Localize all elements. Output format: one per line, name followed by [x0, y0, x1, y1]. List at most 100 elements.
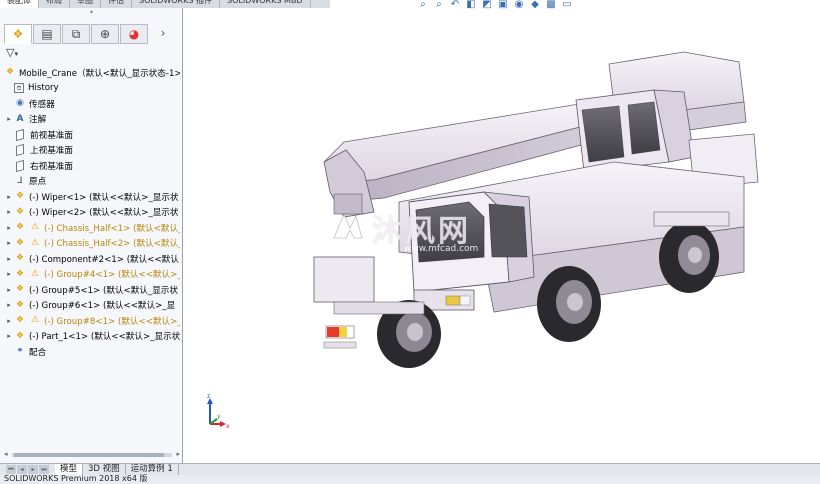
part-icon: ❖ [15, 315, 25, 326]
tree-item-label: (-) Group#5<1> (默认<默认_显示状 [29, 285, 178, 296]
tab-evaluate[interactable]: 评估 [101, 0, 132, 8]
mates-icon: ⚭ [16, 346, 24, 357]
tree-item[interactable]: ▸ ❖ (-) Component#2<1> (默认<<默认 [4, 251, 180, 267]
scroll-left-icon[interactable]: ◂ [4, 450, 8, 458]
expand-arrow-icon[interactable]: ▸ [4, 208, 14, 216]
search-zoom-icon[interactable]: ⌕ [416, 0, 430, 11]
warning-icon: ⚠ [30, 222, 40, 233]
expand-arrow-icon[interactable]: ▸ [4, 286, 14, 294]
graphics-area[interactable]: 沐风网 www.mfcad.com z x y [184, 12, 820, 463]
expand-arrow-icon[interactable]: ▸ [4, 193, 14, 201]
zoom-area-icon[interactable]: ⌕ [432, 0, 446, 11]
display-manager-icon[interactable]: ◕ [120, 24, 148, 44]
tree-item[interactable]: ▸ ❖ (-) Group#6<1> (默认<<默认>_显 [4, 298, 180, 314]
expand-arrow-icon[interactable]: ▸ [4, 317, 14, 325]
part-icon: ❖ [15, 253, 25, 264]
origin-icon: ⅃ [17, 175, 23, 186]
featuremanager-icon[interactable]: ❖ [4, 24, 32, 44]
tree-item-label: (-) Group#6<1> (默认<<默认>_显 [29, 301, 176, 312]
tree-item[interactable]: ⏱ History [4, 81, 180, 97]
part-icon: ❖ [15, 191, 25, 202]
tree-item[interactable]: ◉ 传感器 [4, 96, 180, 112]
tree-item[interactable]: ▸ A 注解 [4, 112, 180, 128]
propertymanager-icon[interactable]: ▤ [33, 24, 61, 44]
scene-icon[interactable]: ▩ [544, 0, 558, 11]
tree-item[interactable]: ▸ ❖ ⚠ (-) Group#4<1> (默认<<默认>_显 [4, 267, 180, 283]
scroll-right-icon[interactable]: ▸ [176, 450, 180, 458]
tree-item[interactable]: 前视基准面 [4, 127, 180, 143]
tree-item[interactable]: ▸ ❖ (-) Wiper<2> (默认<<默认>_显示状 [4, 205, 180, 221]
tree-item-label: 前视基准面 [30, 130, 73, 141]
expand-arrow-icon[interactable]: ▸ [4, 301, 14, 309]
part-icon: ❖ [15, 330, 25, 341]
tree-item-label: 传感器 [29, 99, 55, 110]
next-tab-icon[interactable]: ▸ [28, 465, 38, 474]
status-bar: SOLIDWORKS Premium 2018 x64 版 [0, 474, 820, 484]
plane-icon [16, 159, 24, 172]
tree-item-label: 上视基准面 [30, 146, 73, 157]
chevron-right-icon[interactable]: › [149, 24, 177, 44]
tree-root[interactable]: ❖ Mobile_Crane（默认<默认_显示状态-1> [4, 65, 180, 81]
tree-item[interactable]: ▸ ❖ (-) Part_1<1> (默认<<默认>_显示状 [4, 329, 180, 345]
assembly-icon: ❖ [5, 67, 15, 78]
tree-item-label: (-) Group#4<1> (默认<<默认>_显 [44, 270, 180, 281]
tree-item[interactable]: 上视基准面 [4, 143, 180, 159]
wheel-middle [537, 266, 601, 342]
tree-item[interactable]: ▸ ❖ (-) Wiper<1> (默认<<默认>_显示状 [4, 189, 180, 205]
last-tab-icon[interactable]: ⏭ [39, 465, 49, 474]
watermark-url: www.mfcad.com [404, 244, 479, 254]
tree-item-label: History [28, 83, 59, 94]
tab-addins[interactable]: SOLIDWORKS 插件 [132, 0, 220, 8]
warning-icon: ⚠ [30, 315, 40, 326]
view-orientation-icon[interactable]: ◩ [480, 0, 494, 11]
tree-item-label: (-) Group#8<1> (默认<<默认>_显 [44, 316, 180, 327]
triad-x-label: x [226, 423, 230, 430]
first-tab-icon[interactable]: ⏮ [6, 465, 16, 474]
expand-arrow-icon[interactable]: ▸ [4, 239, 14, 247]
tree-item[interactable]: ▸ ❖ ⚠ (-) Group#8<1> (默认<<默认>_显 [4, 313, 180, 329]
history-icon: ⏱ [14, 83, 24, 94]
tab-sketch[interactable]: 草图 [70, 0, 101, 8]
section-view-icon[interactable]: ◧ [464, 0, 478, 11]
status-text: SOLIDWORKS Premium 2018 x64 版 [4, 474, 148, 483]
expand-arrow-icon[interactable]: ▸ [4, 224, 14, 232]
scroll-thumb[interactable] [14, 453, 164, 457]
dimxpert-icon[interactable]: ⊕ [91, 24, 119, 44]
tree-item[interactable]: ▸ ❖ ⚠ (-) Chassis_Half<2> (默认<默认_ [4, 236, 180, 252]
tab-mbd[interactable]: SOLIDWORKS MBD [220, 0, 311, 8]
tab-assembly[interactable]: 装配体 [0, 0, 39, 8]
tree-root-label: Mobile_Crane（默认<默认_显示状态-1> [19, 68, 180, 79]
warning-icon: ⚠ [30, 268, 40, 279]
panel-grip[interactable]: • [0, 8, 183, 20]
tree-item[interactable]: ⅃ 原点 [4, 174, 180, 190]
expand-arrow-icon[interactable]: ▸ [4, 255, 14, 263]
triad-z-label: z [207, 394, 210, 400]
expand-arrow-icon[interactable]: ▸ [4, 332, 14, 340]
display-settings-icon[interactable]: ▭ [560, 0, 574, 11]
tree-item[interactable]: ⚭ 配合 [4, 344, 180, 360]
previous-view-icon[interactable]: ↶ [448, 0, 462, 11]
display-style-icon[interactable]: ▣ [496, 0, 510, 11]
sensor-icon: ◉ [16, 98, 24, 109]
panel-horizontal-scrollbar[interactable]: ◂ ▸ [4, 450, 180, 460]
tree-item[interactable]: ▸ ❖ ⚠ (-) Chassis_Half<1> (默认<默认_ [4, 220, 180, 236]
appearance-icon[interactable]: ◆ [528, 0, 542, 11]
expand-arrow-icon[interactable]: ▸ [4, 270, 14, 278]
part-icon: ❖ [15, 268, 25, 279]
filter-icon[interactable]: ▽▾ [6, 46, 18, 60]
part-icon: ❖ [15, 206, 25, 217]
reference-triad: z x y [207, 394, 230, 430]
annotation-icon: A [16, 113, 24, 124]
hide-show-icon[interactable]: ◉ [512, 0, 526, 11]
tree-item[interactable]: 右视基准面 [4, 158, 180, 174]
tab-layout[interactable]: 布局 [39, 0, 70, 8]
watermark: 沐风网 www.mfcad.com [330, 206, 510, 266]
tree-item-label: 右视基准面 [30, 161, 73, 172]
plane-icon [16, 144, 24, 157]
feature-tree: ❖ Mobile_Crane（默认<默认_显示状态-1> ⏱ History ◉ 传感… [4, 65, 180, 360]
tree-item[interactable]: ▸ ❖ (-) Group#5<1> (默认<默认_显示状 [4, 282, 180, 298]
prev-tab-icon[interactable]: ◂ [17, 465, 27, 474]
part-icon: ❖ [15, 284, 25, 295]
configurationmanager-icon[interactable]: ⧉ [62, 24, 90, 44]
expand-arrow-icon[interactable]: ▸ [4, 115, 14, 123]
